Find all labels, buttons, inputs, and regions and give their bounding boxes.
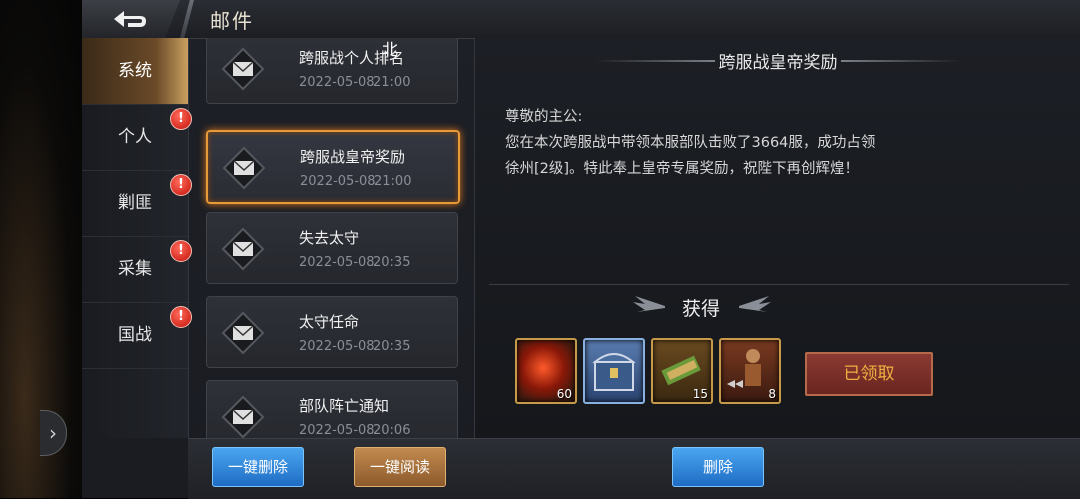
read-all-button[interactable]: 一键阅读 [354, 447, 446, 487]
tab-label: 系统 [118, 61, 152, 81]
reward-item[interactable]: 15 [651, 338, 713, 404]
mail-date: 2022-05-08 [299, 339, 375, 354]
obtain-label: 获得 [681, 298, 720, 320]
reward-item[interactable]: 60 [515, 338, 577, 404]
mail-envelope-icon [221, 395, 265, 438]
wing-right-icon [739, 296, 771, 312]
mail-content: 您在本次跨服战中带领本服部队击败了3664服，成功占领徐州[2级]。特此奉上皇帝… [505, 135, 876, 177]
delete-button[interactable]: 删除 [672, 447, 764, 487]
mail-item[interactable]: 失去太守 2022-05-08 20:35 [206, 212, 458, 284]
page-title: 邮件 [210, 9, 254, 33]
mail-time: 21:00 [374, 174, 412, 189]
mail-window: 邮件 系统 个人 ! 剿匪 ! 采集 ! 国战 ! 北 跨服战个人排名 2022… [82, 0, 1080, 499]
notification-badge: ! [170, 174, 192, 196]
mail-date: 2022-05-08 [299, 423, 375, 438]
back-arrow-icon [114, 11, 146, 27]
map-direction-label: 北 [382, 40, 399, 59]
mail-body: 尊敬的主公: 您在本次跨服战中带领本服部队击败了3664服，成功占领徐州[2级]… [505, 104, 885, 182]
action-bar: 一键删除 一键阅读 删除 [188, 438, 1080, 499]
claimed-button[interactable]: 已领取 [805, 352, 933, 396]
delete-all-button[interactable]: 一键删除 [212, 447, 304, 487]
mail-time: 20:35 [373, 339, 411, 354]
mail-item-selected[interactable]: 跨服战皇帝奖励 2022-05-08 21:00 [206, 130, 460, 204]
tab-gather[interactable]: 采集 ! [82, 236, 192, 303]
tab-label: 剿匪 [118, 193, 152, 213]
mail-time: 20:35 [373, 255, 411, 270]
mail-detail-title: 跨服战皇帝奖励 [718, 53, 838, 73]
mail-detail-panel: 跨服战皇帝奖励 尊敬的主公: 您在本次跨服战中带领本服部队击败了3664服，成功… [474, 38, 1080, 438]
tab-system[interactable]: 系统 [82, 38, 188, 105]
mail-item[interactable]: 太守任命 2022-05-08 20:35 [206, 296, 458, 368]
mail-date: 2022-05-08 [299, 75, 375, 90]
notification-badge: ! [170, 240, 192, 262]
notification-badge: ! [170, 306, 192, 328]
tab-bandit[interactable]: 剿匪 ! [82, 170, 192, 237]
mail-envelope-icon [222, 146, 266, 190]
mail-time: 21:00 [373, 75, 411, 90]
mail-time: 20:06 [373, 423, 411, 438]
title-separator [180, 0, 194, 38]
mail-title: 太守任命 [299, 313, 360, 331]
reward-count: 60 [556, 387, 572, 401]
reward-count: 8 [768, 387, 776, 401]
mail-item[interactable]: 部队阵亡通知 2022-05-08 20:06 [206, 380, 458, 438]
mail-item[interactable]: 跨服战个人排名 2022-05-08 21:00 [206, 38, 458, 104]
reward-count: 15 [692, 387, 708, 401]
mail-greeting: 尊敬的主公: [505, 109, 583, 125]
mail-list[interactable]: 跨服战个人排名 2022-05-08 21:00 跨服战皇帝奖励 2022-05… [188, 38, 474, 438]
reward-item[interactable]: 8 [719, 338, 781, 404]
category-sidebar: 系统 个人 ! 剿匪 ! 采集 ! 国战 ! [82, 38, 192, 438]
mail-envelope-icon [221, 227, 265, 271]
back-button[interactable] [82, 0, 180, 38]
mail-envelope-icon [221, 311, 265, 355]
mail-title: 跨服战皇帝奖励 [300, 148, 406, 166]
tab-label: 采集 [118, 259, 152, 279]
tab-label: 国战 [118, 325, 152, 345]
tab-label: 个人 [118, 127, 152, 147]
treasure-chest-icon [592, 353, 636, 391]
tab-national-war[interactable]: 国战 ! [82, 302, 192, 369]
title-bar: 邮件 [82, 0, 1080, 39]
reward-item[interactable] [583, 338, 645, 404]
notification-badge: ! [170, 108, 192, 130]
mail-title: 部队阵亡通知 [299, 397, 390, 415]
mail-title: 失去太守 [299, 229, 360, 247]
mail-envelope-icon [221, 47, 265, 91]
tab-personal[interactable]: 个人 ! [82, 104, 192, 171]
divider [489, 284, 1069, 285]
mail-date: 2022-05-08 [299, 255, 375, 270]
mail-date: 2022-05-08 [300, 174, 376, 189]
